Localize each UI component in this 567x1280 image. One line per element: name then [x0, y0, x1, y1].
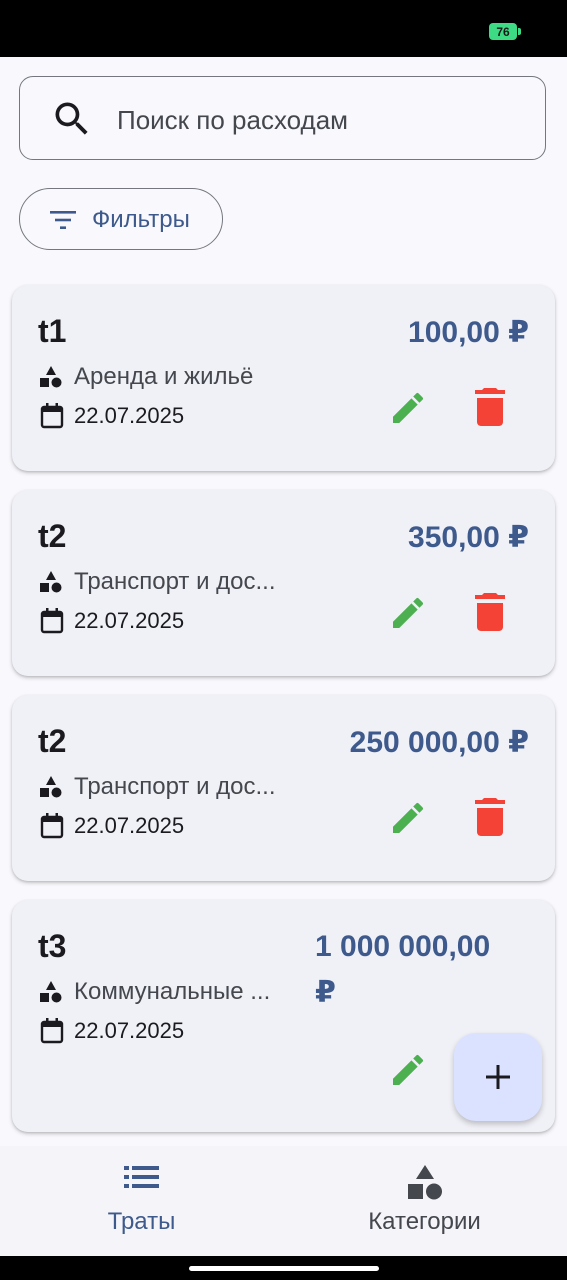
expense-title: t1	[38, 313, 67, 349]
bottom-navigation: Траты Категории	[0, 1146, 567, 1256]
edit-icon[interactable]	[388, 593, 428, 633]
calendar-icon	[40, 1018, 64, 1044]
expense-card[interactable]: t2 350,00 ₽ Транспорт и дос... 22.07.202…	[12, 490, 555, 676]
expense-date: 22.07.2025	[74, 813, 185, 838]
expense-title: t2	[38, 723, 67, 759]
calendar-icon	[40, 403, 64, 429]
delete-icon[interactable]	[474, 591, 506, 631]
expense-date: 22.07.2025	[74, 403, 185, 428]
battery-tip	[518, 28, 521, 35]
expense-amount: 100,00 ₽	[408, 316, 529, 349]
expense-category: Транспорт и дос...	[74, 773, 276, 800]
filters-label: Фильтры	[92, 206, 190, 233]
nav-item-expenses[interactable]: Траты	[0, 1146, 283, 1256]
category-shapes-icon	[40, 776, 62, 798]
battery-indicator: 76	[489, 23, 517, 40]
category-shapes-icon	[40, 981, 62, 1003]
category-shapes-icon	[407, 1165, 442, 1200]
delete-icon[interactable]	[474, 386, 506, 426]
expense-title: t3	[38, 928, 67, 964]
search-bar[interactable]	[19, 76, 546, 160]
expense-card[interactable]: t1 100,00 ₽ Аренда и жильё 22.07.2025	[12, 285, 555, 471]
category-shapes-icon	[40, 366, 62, 388]
expense-category: Транспорт и дос...	[74, 568, 276, 595]
home-indicator[interactable]	[189, 1266, 379, 1271]
expense-card[interactable]: t2 250 000,00 ₽ Транспорт и дос... 22.07…	[12, 695, 555, 881]
nav-label-categories: Категории	[368, 1208, 481, 1235]
nav-item-categories[interactable]: Категории	[283, 1146, 566, 1256]
edit-icon[interactable]	[388, 1050, 428, 1090]
list-icon	[123, 1166, 159, 1188]
filter-icon	[50, 211, 76, 229]
add-expense-button[interactable]	[454, 1033, 542, 1121]
expense-title: t2	[38, 518, 67, 554]
expense-amount: 350,00 ₽	[408, 521, 529, 554]
calendar-icon	[40, 813, 64, 839]
category-shapes-icon	[40, 571, 62, 593]
plus-icon	[486, 1065, 510, 1089]
expense-date: 22.07.2025	[74, 1018, 185, 1043]
delete-icon[interactable]	[474, 796, 506, 836]
expense-amount: 1 000 000,00 ₽	[315, 930, 491, 1009]
edit-icon[interactable]	[388, 388, 428, 428]
filters-button[interactable]: Фильтры	[19, 188, 223, 250]
search-input[interactable]	[115, 97, 519, 143]
expense-amount: 250 000,00 ₽	[349, 726, 529, 759]
nav-label-expenses: Траты	[107, 1208, 176, 1235]
expense-date: 22.07.2025	[74, 608, 185, 633]
search-icon	[55, 102, 88, 135]
expense-category: Коммунальные ...	[74, 978, 271, 1005]
status-bar: 76	[0, 0, 567, 57]
expense-category: Аренда и жильё	[74, 363, 254, 390]
calendar-icon	[40, 608, 64, 634]
edit-icon[interactable]	[388, 798, 428, 838]
